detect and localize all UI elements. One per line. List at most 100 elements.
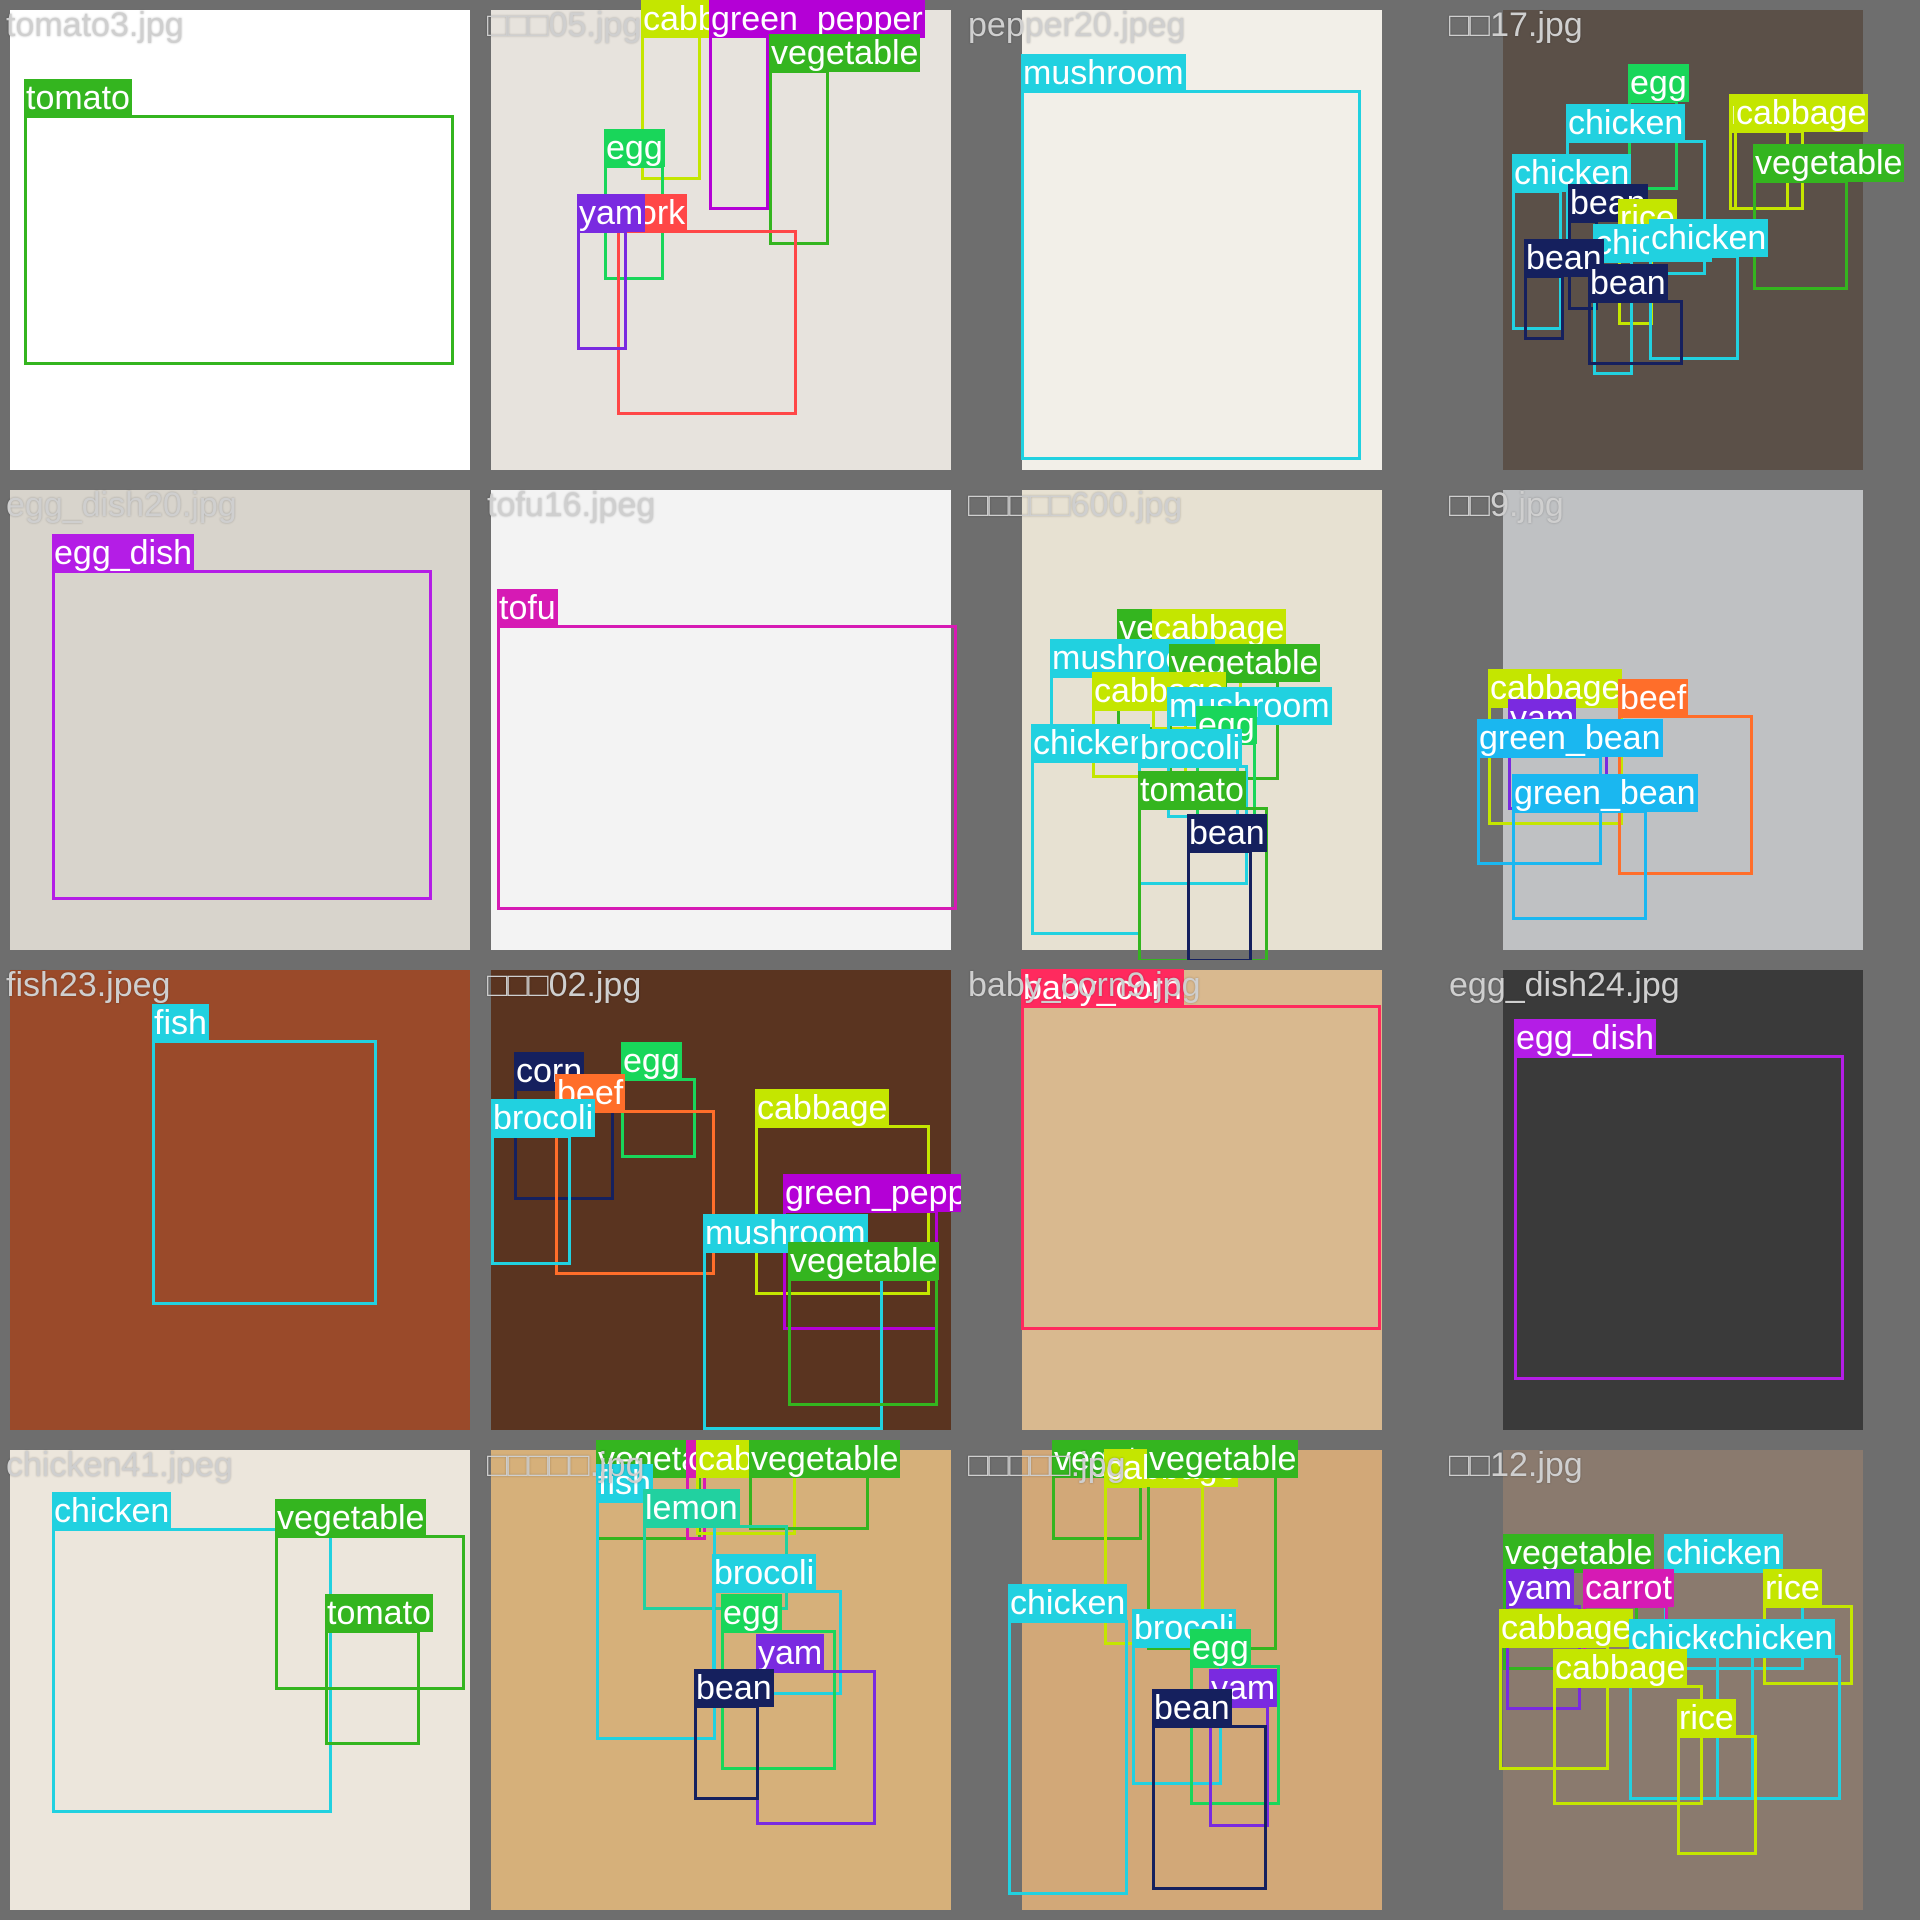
image-filename: fish23.jpeg bbox=[6, 966, 171, 1004]
detection-tile: □□□05.jpgcabbagegreen_peppervegetableegg… bbox=[481, 0, 961, 480]
bounding-box bbox=[52, 570, 432, 900]
detection-tile: fish23.jpeg fish bbox=[0, 960, 480, 1440]
class-label: carrot bbox=[1583, 1569, 1674, 1607]
image-filename: chicken41.jpeg bbox=[6, 1446, 233, 1484]
bounding-box bbox=[709, 25, 769, 210]
class-label: green_pepper bbox=[783, 1174, 961, 1212]
class-label: yam bbox=[577, 194, 646, 232]
class-label: vegetable bbox=[1503, 1534, 1655, 1572]
bounding-box bbox=[497, 625, 957, 910]
image-filename: □□□□□.jpg bbox=[968, 1446, 1126, 1484]
image-filename: egg_dish20.jpg bbox=[6, 486, 237, 524]
class-label: egg_dish bbox=[1514, 1019, 1657, 1057]
image-filename: □□□□□.jpg bbox=[487, 1446, 645, 1484]
class-label: yam bbox=[756, 1634, 825, 1672]
detection-tile: tofu16.jpeg tofu bbox=[481, 480, 961, 960]
bounding-box bbox=[1588, 300, 1683, 365]
detection-tile: □□12.jpg vegetable chicken yam carrot rice cab… bbox=[1443, 1440, 1920, 1920]
class-label: mushroom bbox=[1021, 54, 1186, 92]
class-label: rice bbox=[1677, 1699, 1736, 1737]
image-filename: tofu16.jpeg bbox=[487, 486, 656, 524]
detection-tile: pepper20.jpeg mushroom bbox=[962, 0, 1442, 480]
class-label: chicken bbox=[52, 1492, 172, 1530]
class-label: chicken bbox=[1664, 1534, 1784, 1572]
image-filename: □□□□□600.jpg bbox=[968, 486, 1183, 524]
class-label: yam bbox=[1506, 1569, 1575, 1607]
class-label: brocoli bbox=[491, 1099, 596, 1137]
detection-tile: baby_corn9.jpg baby_corn bbox=[962, 960, 1442, 1440]
image-filename: □□□02.jpg bbox=[487, 966, 642, 1004]
bounding-box bbox=[1031, 760, 1141, 935]
image-filename: □□12.jpg bbox=[1449, 1446, 1583, 1484]
class-label: bean bbox=[1187, 814, 1267, 852]
bounding-box bbox=[1152, 1725, 1267, 1890]
image-filename: □□17.jpg bbox=[1449, 6, 1583, 44]
bounding-box bbox=[1524, 275, 1564, 340]
detection-tile: chicken41.jpeg chicken vegetable tomato bbox=[0, 1440, 480, 1920]
detection-tile: □□□□□600.jpgvegetablecabbagemushroomvege… bbox=[962, 480, 1442, 960]
class-label: chicken bbox=[1649, 219, 1769, 257]
class-label: bean bbox=[1152, 1689, 1232, 1727]
class-label: egg bbox=[1190, 1629, 1251, 1667]
class-label: chicken bbox=[1031, 724, 1151, 762]
bounding-box bbox=[788, 1278, 938, 1406]
class-label: vegetable bbox=[769, 34, 921, 72]
class-label: tomato bbox=[325, 1594, 433, 1632]
class-label: cabbage bbox=[1553, 1649, 1688, 1687]
class-label: chicken bbox=[1566, 104, 1686, 142]
class-label: tomato bbox=[1138, 771, 1246, 809]
bounding-box bbox=[1514, 1055, 1844, 1380]
class-label: brocoli bbox=[712, 1554, 817, 1592]
image-filename: egg_dish24.jpg bbox=[1449, 966, 1680, 1004]
class-label: cabbage bbox=[755, 1089, 890, 1127]
detection-tile: □□9.jpg cabbage beef yam green_bean green_bea… bbox=[1443, 480, 1920, 960]
detection-tile: egg_dish24.jpg egg_dish bbox=[1443, 960, 1920, 1440]
class-label: vegetable bbox=[1147, 1440, 1299, 1478]
bounding-box bbox=[756, 1670, 876, 1825]
class-label: beef bbox=[1618, 679, 1689, 717]
class-label: vegetable bbox=[749, 1440, 901, 1478]
detection-tile: □□□□□.jpgvegetablecabbagevegetablechicke… bbox=[962, 1440, 1442, 1920]
detection-tile: □□17.jpgeggchickenricecabbagevegetablech… bbox=[1443, 0, 1920, 480]
bounding-box bbox=[152, 1040, 377, 1305]
class-label: brocoli bbox=[1138, 729, 1243, 767]
detection-tile: egg_dish20.jpg egg_dish bbox=[0, 480, 480, 960]
class-label: tofu bbox=[497, 589, 558, 627]
class-label: vegetable bbox=[1753, 144, 1905, 182]
bounding-box bbox=[694, 1705, 759, 1800]
bounding-box bbox=[491, 1135, 571, 1265]
image-filename: baby_corn9.jpg bbox=[968, 966, 1201, 1004]
bounding-box bbox=[769, 70, 829, 245]
bounding-box bbox=[1008, 1620, 1128, 1895]
class-label: chicken bbox=[1716, 1619, 1836, 1657]
bounding-box bbox=[325, 1630, 420, 1745]
class-label: chicken bbox=[1008, 1584, 1128, 1622]
bounding-box bbox=[577, 230, 627, 350]
class-label: bean bbox=[694, 1669, 774, 1707]
bounding-box bbox=[24, 115, 454, 365]
class-label: cabbage bbox=[1734, 94, 1869, 132]
class-label: rice bbox=[1763, 1569, 1822, 1607]
class-label: egg bbox=[621, 1042, 682, 1080]
class-label: fish bbox=[152, 1004, 209, 1042]
bounding-box bbox=[1187, 850, 1252, 960]
bounding-box bbox=[1512, 810, 1647, 920]
bounding-box bbox=[1021, 1005, 1381, 1330]
class-label: green_bean bbox=[1477, 719, 1663, 757]
class-label: lemon bbox=[643, 1489, 740, 1527]
detection-tile: □□□□□.jpgvegetablecarrotcabbagevegetable… bbox=[481, 1440, 961, 1920]
class-label: vegetable bbox=[275, 1499, 427, 1537]
class-label: egg bbox=[1628, 64, 1689, 102]
class-label: tomato bbox=[24, 79, 132, 117]
image-filename: □□9.jpg bbox=[1449, 486, 1564, 524]
detection-tile: tomato3.jpg tomato bbox=[0, 0, 480, 480]
class-label: bean bbox=[1588, 264, 1668, 302]
class-label: vegetable bbox=[788, 1242, 940, 1280]
bounding-box bbox=[1677, 1735, 1757, 1855]
image-filename: □□□05.jpg bbox=[487, 6, 642, 44]
class-label: egg_dish bbox=[52, 534, 195, 572]
image-filename: pepper20.jpeg bbox=[968, 6, 1186, 44]
class-label: cabbage bbox=[1499, 1609, 1634, 1647]
class-label: green_pepper bbox=[709, 0, 925, 38]
class-label: egg bbox=[604, 129, 665, 167]
